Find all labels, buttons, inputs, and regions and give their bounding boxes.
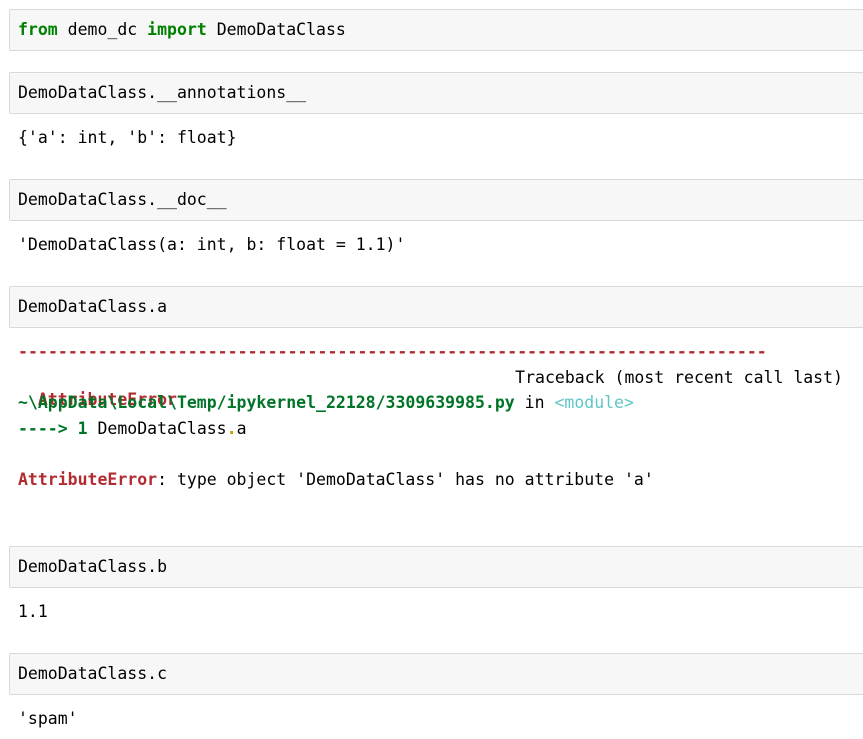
traceback-code-suffix: a xyxy=(236,419,247,438)
code-line[interactable]: from demo_dc import DemoDataClass xyxy=(18,10,346,50)
code-cell-import[interactable]: from demo_dc import DemoDataClass xyxy=(9,9,863,51)
code-line[interactable]: DemoDataClass.c xyxy=(18,654,167,694)
code-cell-attr-a[interactable]: DemoDataClass.a xyxy=(9,286,863,328)
code-cell-annotations[interactable]: DemoDataClass.__annotations__ xyxy=(9,72,863,114)
code-cell-attr-b[interactable]: DemoDataClass.b xyxy=(9,546,863,588)
traceback-divider: ----------------------------------------… xyxy=(18,342,767,361)
traceback-code-prefix: DemoDataClass xyxy=(87,419,227,438)
traceback-final-line: AttributeError: type object 'DemoDataCla… xyxy=(18,469,843,491)
output-doc: 'DemoDataClass(a: int, b: float = 1.1)' xyxy=(18,235,406,254)
code-line[interactable]: DemoDataClass.b xyxy=(18,547,167,587)
final-error-message: : type object 'DemoDataClass' has no att… xyxy=(157,470,654,489)
code-line[interactable]: DemoDataClass.__annotations__ xyxy=(18,73,306,113)
traceback-module: <module> xyxy=(554,393,634,412)
module-name: demo_dc xyxy=(57,20,148,39)
traceback-code-line: ----> 1 DemoDataClass.a xyxy=(18,418,843,440)
keyword-import: import xyxy=(147,20,207,39)
output-annotations: {'a': int, 'b': float} xyxy=(18,128,237,147)
traceback-arrow: ----> 1 xyxy=(18,419,88,438)
output-attr-b: 1.1 xyxy=(18,602,48,621)
output-attr-c: 'spam' xyxy=(18,709,78,728)
code-line[interactable]: DemoDataClass.a xyxy=(18,287,167,327)
traceback-in: in xyxy=(514,393,555,412)
traceback-header-right: Traceback (most recent call last) xyxy=(515,368,843,387)
traceback-code-dot: . xyxy=(226,419,237,438)
traceback-file-path[interactable]: ~\AppData\Local\Temp/ipykernel_22128/330… xyxy=(18,393,515,412)
keyword-from: from xyxy=(18,20,58,39)
code-cell-doc[interactable]: DemoDataClass.__doc__ xyxy=(9,179,863,221)
traceback-file-line: ~\AppData\Local\Temp/ipykernel_22128/330… xyxy=(18,392,843,414)
import-name: DemoDataClass xyxy=(206,20,346,39)
code-line[interactable]: DemoDataClass.__doc__ xyxy=(18,180,227,220)
final-error-name: AttributeError xyxy=(18,470,158,489)
code-cell-attr-c[interactable]: DemoDataClass.c xyxy=(9,653,863,695)
